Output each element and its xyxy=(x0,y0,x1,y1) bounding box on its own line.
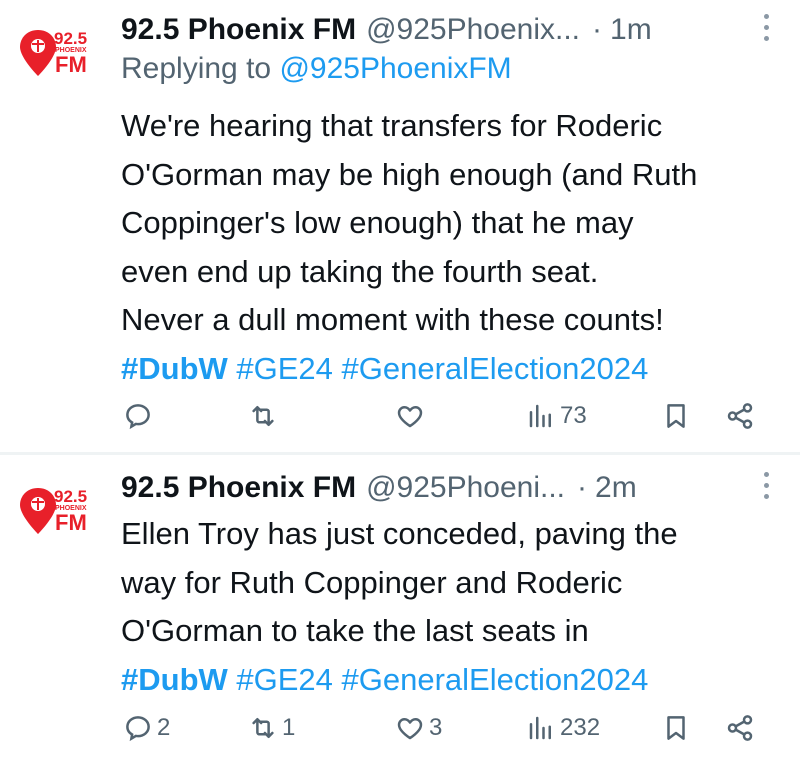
phoenix-fm-logo: 92.5 PHOENIX FM xyxy=(20,29,87,77)
views-icon xyxy=(529,716,551,740)
share-button[interactable] xyxy=(725,710,755,746)
text-line: Ellen Troy has just conceded, paving the xyxy=(121,516,678,551)
reply-button[interactable] xyxy=(123,398,157,434)
views-button[interactable]: 232 xyxy=(526,710,600,746)
more-icon[interactable] xyxy=(762,14,770,44)
logo-fm: FM xyxy=(55,52,87,77)
bookmark-icon xyxy=(667,716,685,740)
views-icon xyxy=(529,404,551,428)
logo-fm: FM xyxy=(55,510,87,535)
avatar[interactable]: 92.5 PHOENIX FM xyxy=(18,480,98,550)
tweet-text: We're hearing that transfers for Roderic… xyxy=(121,102,791,393)
views-count: 73 xyxy=(560,402,587,429)
text-line: even end up taking the fourth seat. xyxy=(121,253,599,289)
hashtags: #DubW #GE24 #GeneralElection2024 xyxy=(121,345,791,394)
tweet-text: Ellen Troy has just conceded, paving the… xyxy=(121,510,791,704)
text-line: way for Ruth Coppinger and Roderic xyxy=(121,564,623,600)
like-button[interactable]: 3 xyxy=(395,710,442,746)
tweet[interactable]: 92.5 PHOENIX FM 92.5 Phoenix FM @925Phoe… xyxy=(0,458,800,766)
bookmark-icon xyxy=(667,404,685,428)
share-button[interactable] xyxy=(725,398,755,434)
handle[interactable]: @925Phoeni... xyxy=(366,471,565,505)
text-line: O'Gorman may be high enough (and Ruth xyxy=(121,156,698,192)
share-icon xyxy=(727,715,753,741)
hashtag[interactable]: #GeneralElection2024 xyxy=(342,662,649,697)
text-line: Coppinger's low enough) that he may xyxy=(121,205,634,240)
display-name[interactable]: 92.5 Phoenix FM xyxy=(121,471,356,505)
like-icon xyxy=(397,406,423,428)
phoenix-fm-logo: 92.5 PHOENIX FM xyxy=(20,487,87,535)
reply-icon xyxy=(126,404,150,430)
reply-icon xyxy=(126,716,150,742)
tweet-header: 92.5 Phoenix FM @925Phoenix... · 1m xyxy=(121,8,770,52)
like-button[interactable] xyxy=(395,398,429,434)
hashtag[interactable]: #DubW xyxy=(121,351,228,386)
text-line: O'Gorman to take the last seats in xyxy=(121,613,589,648)
action-bar: 2 1 3 232 xyxy=(121,710,760,746)
repost-count: 1 xyxy=(282,714,296,741)
tweet[interactable]: 92.5 PHOENIX FM 92.5 Phoenix FM @925Phoe… xyxy=(0,0,800,452)
like-count: 3 xyxy=(429,714,443,741)
reply-button[interactable]: 2 xyxy=(123,710,170,746)
text-line: We're hearing that transfers for Roderic xyxy=(121,108,663,143)
more-icon[interactable] xyxy=(762,472,770,502)
hashtag[interactable]: #GeneralElection2024 xyxy=(342,351,649,386)
hashtag[interactable]: #GE24 xyxy=(236,662,333,697)
text-line: Never a dull moment with these counts! xyxy=(121,302,664,337)
hashtag[interactable]: #GE24 xyxy=(236,351,333,386)
views-button[interactable]: 73 xyxy=(526,398,587,434)
separator-dot: · xyxy=(577,471,588,504)
bookmark-button[interactable] xyxy=(661,398,691,434)
replying-mention[interactable]: @925PhoenixFM xyxy=(279,52,511,85)
bookmark-button[interactable] xyxy=(661,710,691,746)
logo-number: 92.5 xyxy=(54,29,87,48)
display-name[interactable]: 92.5 Phoenix FM xyxy=(121,13,356,47)
like-icon xyxy=(397,718,423,740)
logo-number: 92.5 xyxy=(54,487,87,506)
separator-dot: · xyxy=(592,13,603,46)
repost-button[interactable] xyxy=(248,398,282,434)
avatar[interactable]: 92.5 PHOENIX FM xyxy=(18,22,98,92)
share-icon xyxy=(727,403,753,429)
action-bar: 73 xyxy=(121,398,760,434)
hashtag[interactable]: #DubW xyxy=(121,662,228,697)
repost-button[interactable]: 1 xyxy=(248,710,295,746)
reply-count: 2 xyxy=(157,714,171,741)
replying-to: Replying to @925PhoenixFM xyxy=(121,52,512,86)
repost-icon xyxy=(252,718,274,738)
timestamp[interactable]: 2m xyxy=(595,471,637,505)
repost-icon xyxy=(252,406,274,426)
divider xyxy=(0,452,800,455)
tweet-header: 92.5 Phoenix FM @925Phoeni... · 2m xyxy=(121,466,770,510)
handle[interactable]: @925Phoenix... xyxy=(366,13,580,47)
replying-prefix: Replying to xyxy=(121,52,280,85)
views-count: 232 xyxy=(560,714,601,741)
hashtags: #DubW #GE24 #GeneralElection2024 xyxy=(121,656,791,705)
timestamp[interactable]: 1m xyxy=(610,13,652,47)
